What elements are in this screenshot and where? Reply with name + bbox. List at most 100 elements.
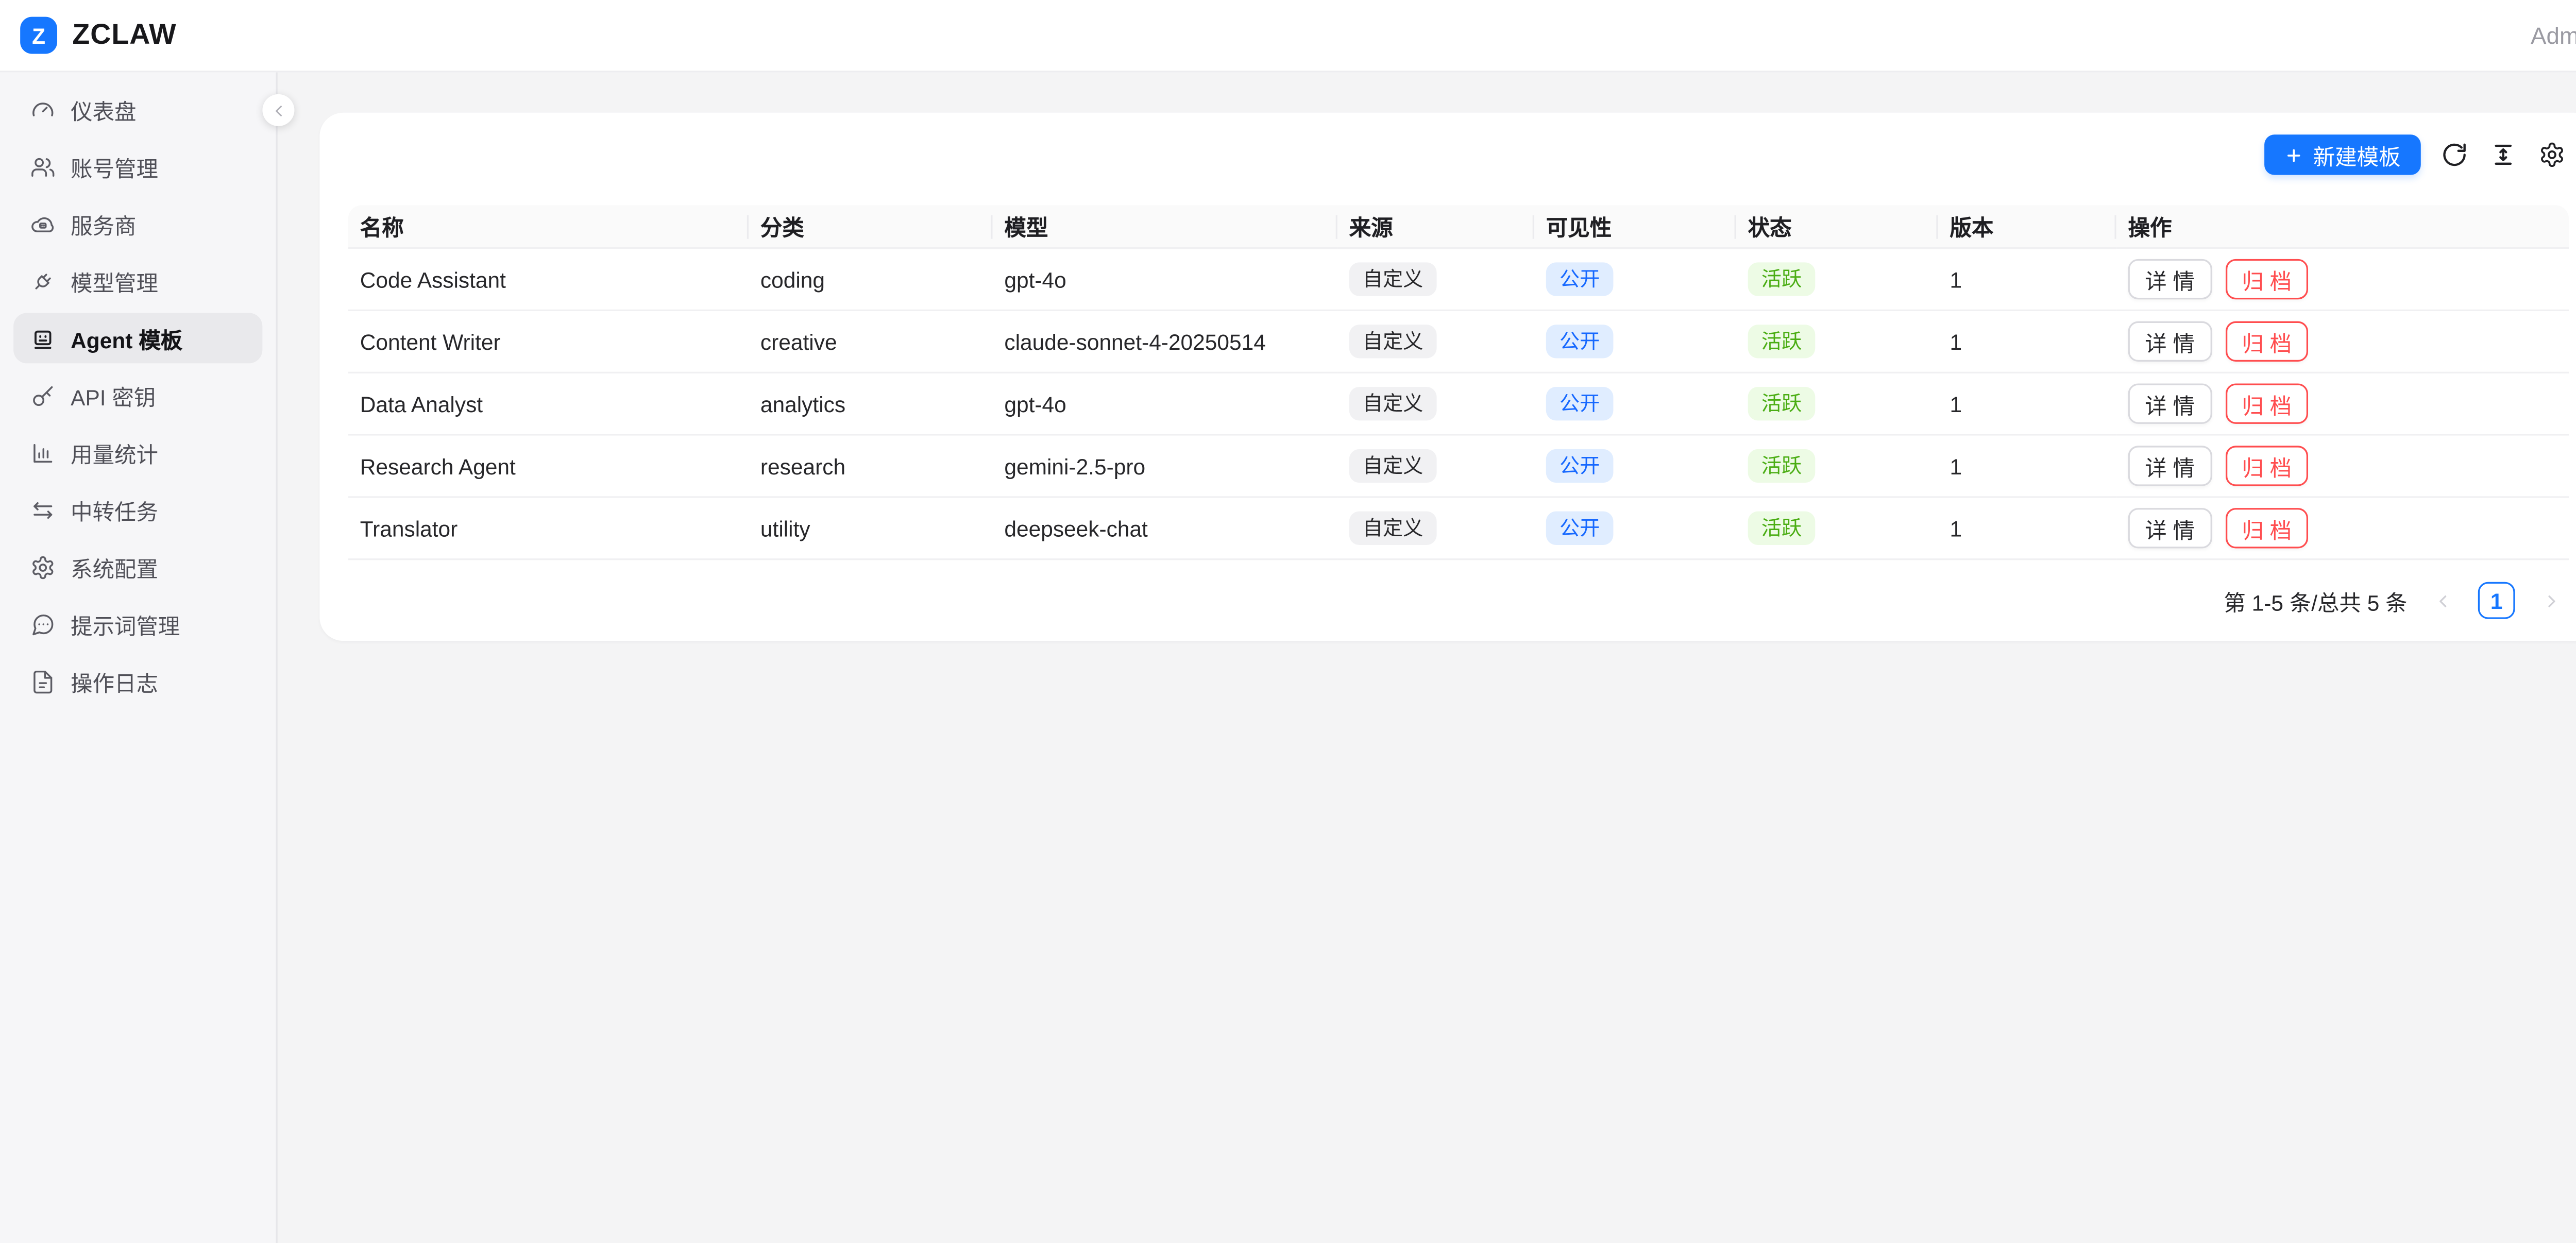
new-template-label: 新建模板 bbox=[2313, 139, 2401, 171]
sidebar-item-operation-logs[interactable]: 操作日志 bbox=[13, 656, 262, 706]
cell-source: 自定义 bbox=[1337, 498, 1534, 560]
cell-name: Research Agent bbox=[348, 436, 749, 498]
visibility-tag: 公开 bbox=[1546, 512, 1614, 545]
sidebar-item-label: 仪表盘 bbox=[71, 93, 136, 125]
sidebar-item-label: 操作日志 bbox=[71, 665, 158, 697]
sidebar-item-label: 账号管理 bbox=[71, 150, 158, 182]
cell-version: 1 bbox=[1938, 498, 2116, 560]
pagination: 第 1-5 条/总共 5 条 1 bbox=[348, 582, 2569, 619]
chevron-left-icon bbox=[270, 102, 287, 119]
cell-status: 活跃 bbox=[1736, 373, 1938, 436]
key-icon bbox=[30, 383, 56, 408]
cell-visibility: 公开 bbox=[1534, 373, 1736, 436]
detail-button[interactable]: 详 情 bbox=[2128, 321, 2212, 362]
pagination-next-button[interactable] bbox=[2532, 582, 2569, 619]
archive-button[interactable]: 归 档 bbox=[2225, 508, 2309, 548]
pagination-total: 第 1-5 条/总共 5 条 bbox=[2224, 585, 2407, 617]
detail-button[interactable]: 详 情 bbox=[2128, 508, 2212, 548]
sidebar-item-prompts[interactable]: 提示词管理 bbox=[13, 599, 262, 649]
sidebar-item-label: 服务商 bbox=[71, 208, 136, 240]
archive-button[interactable]: 归 档 bbox=[2225, 321, 2309, 362]
cell-status: 活跃 bbox=[1736, 436, 1938, 498]
cell-version: 1 bbox=[1938, 311, 2116, 373]
sidebar-item-label: 系统配置 bbox=[71, 551, 158, 583]
visibility-tag: 公开 bbox=[1546, 262, 1614, 296]
sidebar-item-label: 模型管理 bbox=[71, 265, 158, 297]
swap-arrows-icon bbox=[30, 497, 56, 522]
sidebar-collapse-button[interactable] bbox=[262, 94, 294, 126]
cell-name: Content Writer bbox=[348, 311, 749, 373]
document-icon bbox=[30, 669, 56, 694]
table-row: Translatorutilitydeepseek-chat自定义公开活跃1详 … bbox=[348, 498, 2569, 560]
sidebar-item-accounts[interactable]: 账号管理 bbox=[13, 141, 262, 192]
top-header: Z ZCLAW Admin bbox=[0, 0, 2576, 72]
refresh-button[interactable] bbox=[2437, 138, 2471, 172]
sidebar-item-models[interactable]: 模型管理 bbox=[13, 256, 262, 306]
chevron-right-icon bbox=[2541, 591, 2560, 610]
brand-logo-letter: Z bbox=[32, 23, 45, 48]
column-height-button[interactable] bbox=[2486, 138, 2520, 172]
sidebar-item-api-keys[interactable]: API 密钥 bbox=[13, 370, 262, 420]
cell-model: gpt-4o bbox=[993, 249, 1337, 311]
table-row: Content Writercreativeclaude-sonnet-4-20… bbox=[348, 311, 2569, 373]
sidebar-item-dashboard[interactable]: 仪表盘 bbox=[13, 84, 262, 134]
brand-title: ZCLAW bbox=[72, 19, 176, 52]
cell-model: deepseek-chat bbox=[993, 498, 1337, 560]
detail-button[interactable]: 详 情 bbox=[2128, 259, 2212, 299]
archive-button[interactable]: 归 档 bbox=[2225, 446, 2309, 486]
sidebar-item-providers[interactable]: 服务商 bbox=[13, 198, 262, 249]
source-tag: 自定义 bbox=[1349, 512, 1437, 545]
archive-button[interactable]: 归 档 bbox=[2225, 383, 2309, 423]
table-header-row: 名称分类模型来源可见性状态版本操作 bbox=[348, 205, 2569, 249]
detail-button[interactable]: 详 情 bbox=[2128, 446, 2212, 486]
cell-status: 活跃 bbox=[1736, 311, 1938, 373]
cell-version: 1 bbox=[1938, 373, 2116, 436]
table-row: Research Agentresearchgemini-2.5-pro自定义公… bbox=[348, 436, 2569, 498]
status-tag: 活跃 bbox=[1748, 387, 1816, 420]
cell-model: claude-sonnet-4-20250514 bbox=[993, 311, 1337, 373]
archive-button[interactable]: 归 档 bbox=[2225, 259, 2309, 299]
sidebar-item-usage-stats[interactable]: 用量统计 bbox=[13, 427, 262, 478]
toolbar-icon-group bbox=[2437, 138, 2569, 172]
plus-icon bbox=[2284, 145, 2303, 164]
column-header: 版本 bbox=[1938, 205, 2116, 249]
column-header: 操作 bbox=[2116, 205, 2569, 249]
cell-name: Translator bbox=[348, 498, 749, 560]
brand-logo: Z bbox=[20, 17, 57, 54]
source-tag: 自定义 bbox=[1349, 387, 1437, 420]
gauge-icon bbox=[30, 97, 56, 122]
sidebar-item-agent-templates[interactable]: Agent 模板 bbox=[13, 313, 262, 363]
new-template-button[interactable]: 新建模板 bbox=[2264, 134, 2421, 175]
cell-category: coding bbox=[749, 249, 992, 311]
cell-status: 活跃 bbox=[1736, 249, 1938, 311]
refresh-icon bbox=[2441, 141, 2468, 168]
table-row: Code Assistantcodinggpt-4o自定义公开活跃1详 情归 档 bbox=[348, 249, 2569, 311]
sidebar-item-relay-tasks[interactable]: 中转任务 bbox=[13, 484, 262, 535]
sidebar-item-system-config[interactable]: 系统配置 bbox=[13, 541, 262, 592]
cell-status: 活跃 bbox=[1736, 498, 1938, 560]
pagination-prev-button[interactable] bbox=[2424, 582, 2461, 619]
sidebar-nav: 仪表盘账号管理服务商模型管理 Agent 模板 API 密钥用量统计中转任务系统配置… bbox=[0, 72, 278, 1243]
table-row: Data Analystanalyticsgpt-4o自定义公开活跃1详 情归 … bbox=[348, 373, 2569, 436]
user-menu[interactable]: Admin bbox=[2531, 22, 2576, 48]
sidebar-item-label: 中转任务 bbox=[71, 493, 158, 525]
pagination-page-1[interactable]: 1 bbox=[2478, 582, 2515, 619]
visibility-tag: 公开 bbox=[1546, 325, 1614, 358]
source-tag: 自定义 bbox=[1349, 262, 1437, 296]
source-tag: 自定义 bbox=[1349, 325, 1437, 358]
templates-table: 名称分类模型来源可见性状态版本操作 Code Assistantcodinggp… bbox=[348, 205, 2569, 560]
cell-category: creative bbox=[749, 311, 992, 373]
column-header: 模型 bbox=[993, 205, 1337, 249]
cell-source: 自定义 bbox=[1337, 249, 1534, 311]
cloud-icon bbox=[30, 211, 56, 236]
status-tag: 活跃 bbox=[1748, 325, 1816, 358]
cell-source: 自定义 bbox=[1337, 436, 1534, 498]
detail-button[interactable]: 详 情 bbox=[2128, 383, 2212, 423]
cell-actions: 详 情归 档 bbox=[2116, 249, 2569, 311]
plug-icon bbox=[30, 268, 56, 294]
cell-model: gemini-2.5-pro bbox=[993, 436, 1337, 498]
sidebar-menu: 仪表盘账号管理服务商模型管理 Agent 模板 API 密钥用量统计中转任务系统配置… bbox=[0, 84, 276, 706]
settings-button[interactable] bbox=[2535, 138, 2569, 172]
cell-name: Code Assistant bbox=[348, 249, 749, 311]
cell-actions: 详 情归 档 bbox=[2116, 311, 2569, 373]
